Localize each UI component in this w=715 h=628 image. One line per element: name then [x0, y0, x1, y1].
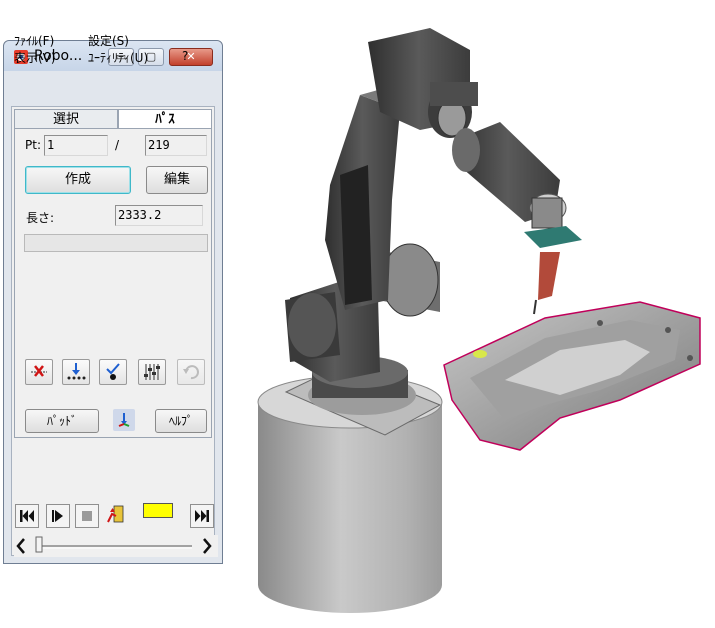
move-point-button[interactable] [99, 359, 127, 385]
status-color-box [143, 503, 173, 518]
play-button[interactable] [46, 504, 70, 528]
move-point-icon [106, 363, 120, 380]
tab-select[interactable]: 選択 [14, 109, 118, 129]
last-point-button[interactable] [190, 504, 214, 528]
robot-3d-viewport[interactable] [225, 0, 715, 628]
adjust-button[interactable] [138, 359, 166, 385]
path-tab-pane: Pt: 1 / 219 作成 編集 長さ: 2333.2 ﾊﾟｯﾄﾞ ﾍﾙﾌﾟ [14, 128, 212, 438]
menu-help[interactable]: ? [182, 49, 188, 63]
delete-point-icon [31, 365, 47, 377]
menu-file[interactable]: ﾌｧｲﾙ(F) [14, 32, 54, 49]
skip-last-icon [195, 510, 209, 522]
chevron-left-icon [16, 538, 25, 554]
axis-button[interactable] [113, 409, 135, 431]
stop-icon [82, 511, 92, 521]
pad-button[interactable]: ﾊﾟｯﾄﾞ [25, 409, 99, 433]
insert-point-button[interactable] [62, 359, 90, 385]
pt-separator: / [115, 138, 120, 152]
create-button[interactable]: 作成 [25, 166, 131, 194]
adjust-icon [144, 364, 160, 380]
robot-arm-icon [107, 505, 124, 523]
path-marker [473, 350, 487, 358]
length-label: 長さ: [26, 211, 55, 225]
menu-utility[interactable]: ﾕｰﾃｨﾘﾃｨ(U) [88, 49, 148, 66]
chevron-right-icon [203, 538, 212, 554]
help-button[interactable]: ﾍﾙﾌﾟ [155, 409, 207, 433]
pt-total-field: 219 [145, 135, 207, 156]
delete-point-button[interactable] [25, 359, 53, 385]
pedestal [258, 402, 442, 613]
length-field: 2333.2 [115, 205, 203, 226]
robot-pose-button[interactable] [106, 504, 130, 528]
pt-current-field[interactable]: 1 [44, 135, 108, 156]
slider-track [16, 536, 212, 554]
undo-button[interactable] [177, 359, 205, 385]
undo-icon [183, 365, 199, 380]
menu-view[interactable]: 表示(V) [14, 49, 56, 66]
stop-button[interactable] [75, 504, 99, 528]
insert-point-icon [67, 363, 86, 380]
pt-label: Pt: [25, 138, 41, 152]
tab-path[interactable]: ﾊﾟｽ [118, 109, 212, 129]
play-icon [52, 510, 63, 522]
point-slider[interactable] [14, 535, 218, 557]
first-point-button[interactable] [15, 504, 39, 528]
menu-bar: ﾌｧｲﾙ(F) 設定(S) 表示(V) ﾕｰﾃｨﾘﾃｨ(U) ? [14, 32, 214, 66]
axis-icon [118, 413, 130, 427]
progress-bar [24, 234, 208, 252]
tool [538, 252, 560, 300]
panel-client: 選択 ﾊﾟｽ Pt: 1 / 219 作成 編集 長さ: 2333.2 ﾊﾟｯﾄ… [11, 106, 215, 556]
slider-thumb [35, 536, 43, 553]
tool-holder [524, 226, 582, 248]
robot-wrist [531, 197, 563, 229]
skip-first-icon [20, 510, 34, 522]
edit-button[interactable]: 編集 [146, 166, 208, 194]
menu-settings[interactable]: 設定(S) [88, 32, 129, 49]
